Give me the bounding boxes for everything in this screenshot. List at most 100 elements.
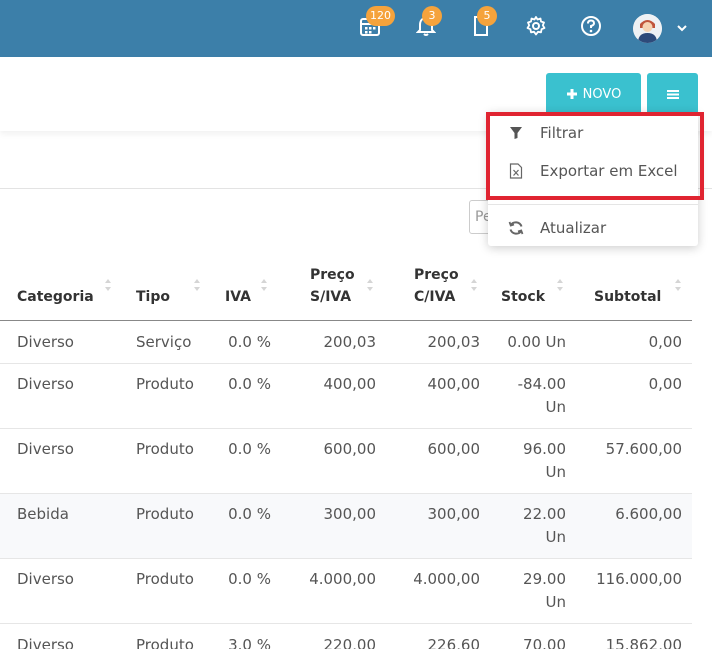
col-header-tipo[interactable]: Tipo (136, 286, 170, 308)
col-header-preco-civa-line2: C/IVA (414, 289, 456, 305)
table-row[interactable]: Diverso Produto 0.0 % 600,00 600,00 96.0… (0, 429, 692, 494)
menu-button[interactable] (647, 73, 698, 115)
table-row[interactable]: Diverso Serviço 0.0 % 200,03 200,03 0.00… (0, 321, 692, 364)
menu-item-filter[interactable]: Filtrar (488, 115, 698, 151)
cell-preco-siva: 300,00 (323, 505, 377, 523)
menu-item-filter-label: Filtrar (540, 124, 584, 142)
cell-iva: 3.0 % (228, 636, 271, 649)
cell-stock: 0.00 Un (507, 333, 566, 351)
cell-stock: 29.00 Un (490, 568, 566, 614)
cell-stock-unit: Un (545, 463, 567, 481)
calendar-badge: 120 (366, 6, 395, 26)
chevron-down-icon[interactable] (676, 22, 688, 34)
notifications-badge: 3 (422, 6, 442, 26)
cell-preco-civa: 300,00 (427, 505, 481, 523)
cell-tipo: Serviço (136, 333, 192, 351)
cell-preco-civa: 4.000,00 (413, 570, 480, 588)
documents-badge: 5 (477, 6, 497, 26)
actions-dropdown-menu: Filtrar Exportar em Excel Atualizar (488, 112, 698, 246)
cell-categoria: Diverso (17, 440, 74, 458)
col-header-stock[interactable]: Stock (501, 286, 545, 308)
cell-preco-civa: 600,00 (427, 440, 481, 458)
excel-icon (508, 163, 524, 179)
cell-subtotal: 0,00 (648, 375, 682, 393)
cell-preco-civa: 200,03 (427, 333, 481, 351)
new-button[interactable]: NOVO (546, 73, 641, 115)
avatar-icon (633, 14, 662, 43)
sort-icon[interactable] (674, 278, 682, 292)
cell-preco-civa: 226,60 (427, 636, 481, 649)
cell-preco-siva: 220,00 (323, 636, 377, 649)
cell-categoria: Diverso (17, 333, 74, 351)
sort-icon[interactable] (193, 278, 201, 292)
cell-categoria: Diverso (17, 570, 74, 588)
cell-stock: 96.00 Un (490, 438, 566, 484)
cell-subtotal: 15.862,00 (605, 636, 682, 649)
help-button[interactable] (579, 14, 603, 38)
table-row[interactable]: Diverso Produto 0.0 % 4.000,00 4.000,00 … (0, 559, 692, 624)
col-header-subtotal[interactable]: Subtotal (594, 286, 661, 308)
cell-iva: 0.0 % (228, 375, 271, 393)
col-header-preco-siva-line1: Preço (310, 267, 355, 283)
cell-preco-civa: 400,00 (427, 375, 481, 393)
plus-icon (566, 89, 577, 99)
cell-stock-value: 22.00 (523, 505, 566, 523)
notifications-button[interactable]: 3 (414, 6, 442, 38)
menu-divider (488, 204, 698, 205)
cell-iva: 0.0 % (228, 333, 271, 351)
new-button-label: NOVO (582, 86, 622, 102)
cell-tipo: Produto (136, 440, 194, 458)
col-header-preco-civa-line1: Preço (414, 267, 459, 283)
col-header-preco-civa[interactable]: Preço C/IVA (414, 264, 459, 308)
gear-icon (526, 16, 546, 36)
cell-stock-unit: Un (545, 593, 567, 611)
filter-icon (508, 125, 524, 141)
col-header-preco-siva-line2: S/IVA (310, 289, 352, 305)
cell-preco-siva: 600,00 (323, 440, 377, 458)
help-icon (581, 16, 601, 36)
cell-categoria: Bebida (17, 505, 69, 523)
menu-item-refresh-label: Atualizar (540, 219, 607, 237)
col-header-iva[interactable]: IVA (225, 286, 251, 308)
refresh-icon (508, 220, 524, 236)
cell-iva: 0.0 % (228, 440, 271, 458)
cell-stock-value: 96.00 (523, 440, 566, 458)
settings-button[interactable] (524, 14, 548, 38)
cell-stock-unit: Un (545, 398, 567, 416)
table-row[interactable]: Bebida Produto 0.0 % 300,00 300,00 22.00… (0, 494, 692, 559)
sort-icon[interactable] (260, 278, 268, 292)
user-avatar[interactable] (633, 14, 662, 43)
cell-preco-siva: 4.000,00 (309, 570, 376, 588)
documents-button[interactable]: 5 (469, 6, 497, 38)
col-header-categoria[interactable]: Categoria (17, 286, 94, 308)
cell-tipo: Produto (136, 570, 194, 588)
cell-stock: 22.00 Un (490, 503, 566, 549)
cell-iva: 0.0 % (228, 570, 271, 588)
cell-stock: 70.00 (523, 636, 566, 649)
cell-preco-siva: 400,00 (323, 375, 377, 393)
calendar-button[interactable]: 120 (358, 6, 395, 38)
sort-icon[interactable] (470, 278, 478, 292)
cell-tipo: Produto (136, 636, 194, 649)
table-row[interactable]: Diverso Produto 3.0 % 220,00 226,60 70.0… (0, 624, 692, 649)
menu-item-export-label: Exportar em Excel (540, 162, 678, 180)
cell-stock: -84.00 Un (490, 373, 566, 419)
cell-subtotal: 116.000,00 (596, 570, 682, 588)
cell-subtotal: 57.600,00 (605, 440, 682, 458)
cell-iva: 0.0 % (228, 505, 271, 523)
cell-preco-siva: 200,03 (323, 333, 377, 351)
menu-item-refresh[interactable]: Atualizar (488, 210, 698, 246)
cell-categoria: Diverso (17, 636, 74, 649)
sort-icon[interactable] (366, 278, 374, 292)
table-row[interactable]: Diverso Produto 0.0 % 400,00 400,00 -84.… (0, 364, 692, 429)
cell-subtotal: 0,00 (648, 333, 682, 351)
col-header-preco-siva[interactable]: Preço S/IVA (310, 264, 355, 308)
cell-subtotal: 6.600,00 (615, 505, 682, 523)
hamburger-icon (666, 90, 679, 99)
cell-tipo: Produto (136, 505, 194, 523)
cell-tipo: Produto (136, 375, 194, 393)
sort-icon[interactable] (556, 278, 564, 292)
top-navbar: 120 3 5 (0, 0, 712, 57)
sort-icon[interactable] (104, 278, 112, 292)
menu-item-export-excel[interactable]: Exportar em Excel (488, 153, 698, 189)
